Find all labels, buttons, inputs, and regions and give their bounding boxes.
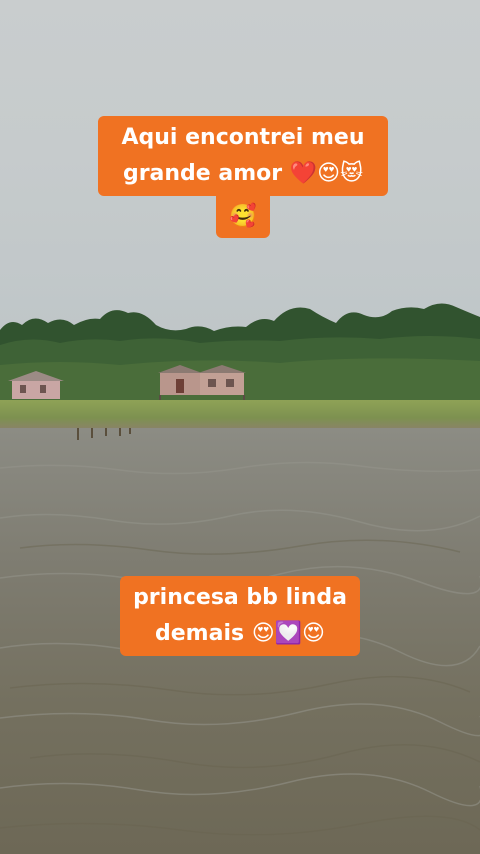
- river-scene-photo: Aqui encontrei meu grande amor ❤️😍😻 🥰 pr…: [0, 0, 480, 854]
- caption-bottom-line-1: princesa bb linda: [133, 585, 347, 610]
- caption-top-line-1: Aqui encontrei meu: [121, 125, 365, 150]
- caption-bottom: princesa bb linda demais 😍💟😍: [120, 576, 360, 656]
- caption-top-line-2: grande amor ❤️😍😻: [122, 161, 364, 186]
- caption-bottom-line-2: demais 😍💟😍: [155, 621, 325, 646]
- caption-top-emoji: 🥰: [216, 196, 270, 238]
- riverbank: [0, 400, 480, 430]
- caption-top: Aqui encontrei meu grande amor ❤️😍😻: [98, 116, 388, 196]
- forest-treeline: [0, 303, 480, 405]
